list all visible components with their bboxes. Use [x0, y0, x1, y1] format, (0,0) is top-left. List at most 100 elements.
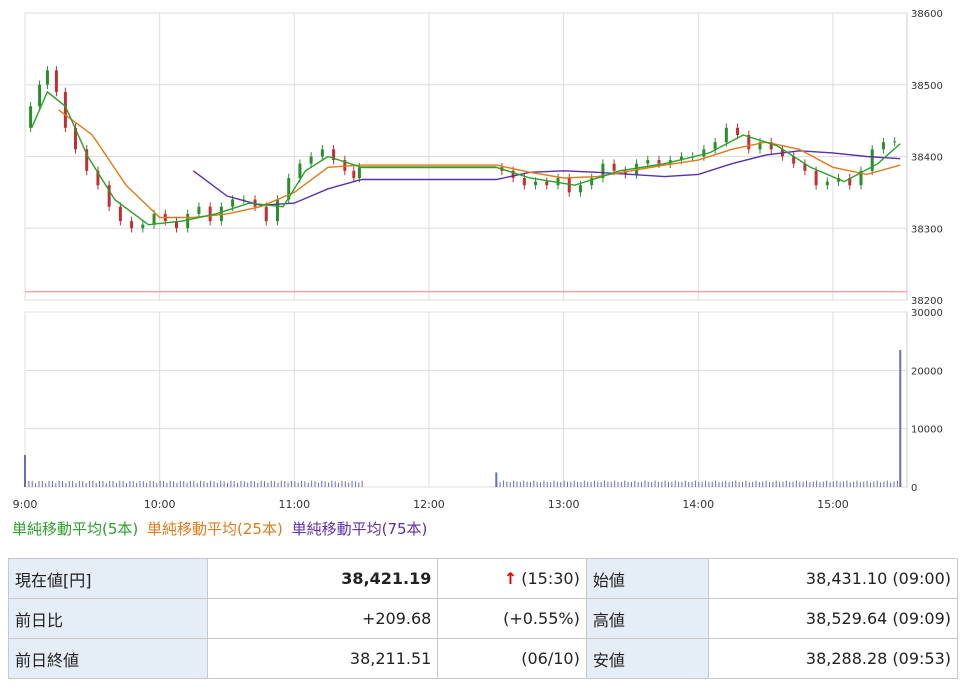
volume-bar — [115, 482, 117, 487]
volume-bar — [630, 481, 632, 487]
up-arrow-icon: ↑ — [503, 569, 518, 588]
volume-bar — [812, 481, 814, 487]
volume-bar — [338, 482, 340, 487]
volume-peak-bar — [495, 472, 498, 487]
volume-bar — [876, 480, 878, 487]
volume-bar — [506, 481, 508, 487]
volume-bar — [799, 482, 801, 487]
volume-bar — [768, 482, 770, 487]
volume-bar — [331, 480, 333, 487]
volume-bar — [287, 482, 289, 487]
volume-bar — [132, 481, 134, 487]
volume-bar — [354, 481, 356, 487]
volume-bar — [678, 481, 680, 487]
prev-close-label: 前日終値 — [8, 638, 208, 679]
candle-body — [522, 178, 526, 186]
volume-bar — [614, 480, 616, 487]
y-tick-label: 38300 — [911, 224, 943, 235]
volume-bar — [344, 481, 346, 487]
volume-bar — [253, 481, 255, 487]
volume-frame — [24, 311, 908, 488]
volume-bar — [95, 482, 97, 487]
candle-body — [713, 142, 717, 150]
volume-bar — [573, 480, 575, 487]
volume-bar — [75, 483, 77, 487]
volume-bar — [745, 480, 747, 487]
volume-bar — [577, 481, 579, 487]
volume-bar — [173, 481, 175, 487]
volume-bar — [183, 481, 185, 487]
volume-bar — [836, 480, 838, 487]
volume-bar — [819, 482, 821, 487]
volume-bar — [600, 481, 602, 487]
volume-bar — [351, 480, 353, 487]
volume-bar — [503, 480, 505, 487]
volume-bar — [122, 481, 124, 487]
volume-bar — [105, 482, 107, 487]
volume-bar — [866, 480, 868, 487]
volume-bar — [566, 481, 568, 487]
volume-bar — [193, 481, 195, 487]
volume-bar — [637, 481, 639, 487]
volume-bar — [109, 480, 111, 487]
volume-bar — [102, 481, 104, 487]
volume-bar — [536, 481, 538, 487]
volume-bar — [65, 483, 67, 487]
volume-bar — [31, 480, 33, 487]
volume-bar — [792, 481, 794, 487]
volume-bar — [708, 481, 710, 487]
volume-bar — [667, 481, 669, 487]
volume-peak-bar — [24, 454, 26, 487]
volume-bar — [314, 481, 316, 487]
candle-body — [724, 127, 728, 143]
current-price: 38,421.19 — [341, 569, 432, 588]
candle-body — [567, 178, 571, 193]
volume-bar — [785, 480, 787, 487]
volume-bar — [139, 480, 141, 487]
volume-bar — [802, 481, 804, 487]
volume-bar — [705, 480, 707, 487]
volume-bar — [624, 480, 626, 487]
volume-bar — [873, 481, 875, 487]
volume-bar — [647, 481, 649, 487]
volume-bar — [260, 480, 262, 487]
volume-bar — [583, 480, 585, 487]
x-tick-label: 10:00 — [144, 498, 176, 511]
high-value: 38,529.64 (09:09) — [708, 598, 958, 639]
volume-bar — [762, 481, 764, 487]
x-tick-label: 9:00 — [13, 498, 38, 511]
volume-bar — [334, 481, 336, 487]
volume-bar — [203, 481, 205, 487]
volume-bar — [620, 481, 622, 487]
volume-bar — [853, 481, 855, 487]
price-panel: 38200 38300 38400 38500 38600 — [24, 9, 943, 307]
prev-close-date: (06/10) — [437, 638, 587, 679]
change-percent: (+0.55%) — [437, 598, 587, 639]
volume-panel: 0 10000 20000 30000 — [24, 308, 943, 494]
volume-bar — [125, 482, 127, 487]
volume-bar — [129, 480, 131, 487]
volume-bar — [775, 480, 777, 487]
candle-body — [556, 178, 560, 186]
current-price-value: 38,421.19 — [206, 558, 439, 599]
candle-body — [646, 160, 650, 164]
volume-bar — [822, 481, 824, 487]
volume-bar — [886, 480, 888, 487]
volume-bar — [179, 480, 181, 487]
volume-bar — [297, 482, 299, 487]
candle-body — [152, 213, 156, 225]
volume-bar — [38, 480, 40, 487]
volume-bar — [725, 480, 727, 487]
volume-bar — [152, 481, 154, 487]
volume-bar — [654, 480, 656, 487]
volume-bar — [587, 481, 589, 487]
volume-bar — [752, 481, 754, 487]
volume-bar — [789, 482, 791, 487]
volume-bar — [540, 482, 542, 487]
volume-bar — [156, 482, 158, 487]
volume-bar — [348, 482, 350, 487]
volume-bar — [509, 482, 511, 487]
volume-bar — [270, 480, 272, 487]
candle-body — [578, 185, 582, 193]
volume-bar — [590, 481, 592, 487]
